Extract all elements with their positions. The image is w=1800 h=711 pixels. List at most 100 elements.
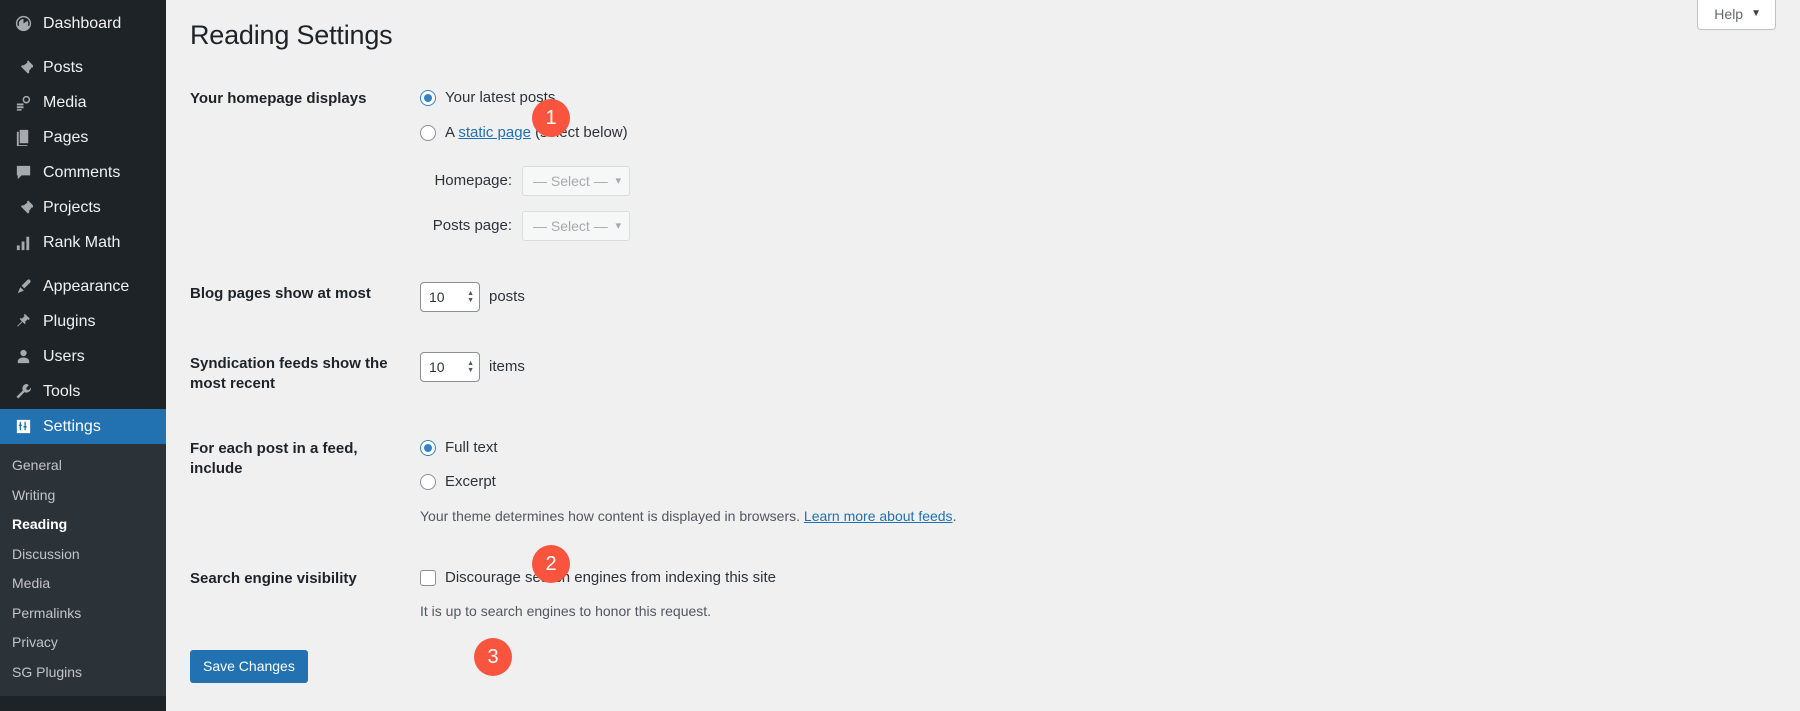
annotation-badge-2: 2 [532,545,570,583]
sidebar-item-plugins[interactable]: Plugins [0,304,166,339]
radio-option-latest-posts[interactable]: Your latest posts [420,87,1680,110]
blog-pages-number-wrap: 10 ▲ ▼ posts [420,282,1680,313]
sidebar-item-label: Posts [43,58,84,76]
sidebar-item-label: Tools [43,382,81,400]
learn-more-feeds-link[interactable]: Learn more about feeds [804,508,953,524]
feed-include-description: Your theme determines how content is dis… [420,506,1680,527]
checkbox-discourage-row[interactable]: Discourage search engines from indexing … [420,567,1680,590]
help-tab-container: Help ▼ [1697,0,1776,30]
sidebar-item-label: Projects [43,198,101,216]
chart-icon [12,232,34,254]
sidebar-divider [0,41,166,50]
radio-static-page[interactable] [420,124,436,141]
pin-icon [12,197,34,219]
label-syndication-feeds: Syndication feeds show the most recent [190,355,388,393]
radio-option-static-page[interactable]: A static page (select below) [420,122,1680,145]
save-changes-button[interactable]: Save Changes [190,650,308,684]
sidebar-item-reading[interactable]: Reading [0,510,166,540]
sidebar-item-discussion[interactable]: Discussion [0,540,166,570]
syndication-controls: 10 ▲ ▼ items [420,332,1690,417]
stepper-up-icon[interactable]: ▲ [467,360,474,367]
blog-pages-value: 10 [429,288,445,305]
chevron-down-icon: ▾ [615,174,621,187]
sidebar-item-privacy[interactable]: Privacy [0,628,166,658]
row-feed-include: For each post in a feed, include Full te… [190,417,1690,547]
sidebar-item-settings[interactable]: Settings [0,409,174,444]
row-homepage-displays: Your homepage displays Your latest posts… [190,75,1690,262]
posts-page-select-label: Posts page: [432,216,512,234]
sidebar-item-sg-plugins[interactable]: SG Plugins [0,658,166,688]
pin-icon [12,57,34,79]
sidebar-item-rank-math[interactable]: Rank Math [0,225,166,260]
row-blog-pages: Blog pages show at most 10 ▲ ▼ posts [190,262,1690,332]
blog-pages-input[interactable]: 10 ▲ ▼ [420,282,480,313]
page-title: Reading Settings [190,20,393,50]
stepper-up-icon[interactable]: ▲ [467,290,474,297]
posts-page-select[interactable]: — Select — ▾ [522,211,630,242]
sidebar-item-general[interactable]: General [0,451,166,481]
annotation-badge-1: 1 [532,99,570,137]
number-stepper[interactable]: ▲ ▼ [467,290,474,304]
radio-option-excerpt[interactable]: Excerpt [420,471,1680,494]
settings-icon [12,416,34,438]
homepage-select-row: Homepage: — Select — ▾ [420,166,1680,197]
submit-area: Save Changes [190,642,1800,684]
feed-desc-suffix: . [952,507,957,524]
homepage-select[interactable]: — Select — ▾ [522,166,630,197]
help-tab-button[interactable]: Help ▼ [1697,0,1776,30]
syndication-input[interactable]: 10 ▲ ▼ [420,352,480,383]
search-visibility-controls: Discourage search engines from indexing … [420,547,1690,643]
feed-include-controls: Full text Excerpt Your theme determines … [420,417,1690,547]
sidebar-item-dashboard[interactable]: Dashboard [0,6,166,41]
sidebar-item-pages[interactable]: Pages [0,120,166,155]
discourage-search-engines-label: Discourage search engines from indexing … [445,568,777,586]
radio-latest-posts[interactable] [420,90,436,107]
plug-icon [12,311,34,333]
sidebar-item-projects[interactable]: Projects [0,190,166,225]
blog-pages-controls: 10 ▲ ▼ posts [420,262,1690,332]
posts-page-select-row: Posts page: — Select — ▾ [420,211,1680,242]
stepper-down-icon[interactable]: ▼ [467,297,474,304]
sidebar-item-media[interactable]: Media [0,85,166,120]
discourage-search-engines-checkbox[interactable] [420,569,436,586]
label-feed-include: For each post in a feed, include [190,439,358,477]
syndication-value: 10 [429,358,445,375]
reading-settings-form: Your homepage displays Your latest posts… [190,75,1690,642]
chevron-down-icon: ▾ [615,219,621,232]
main-content: Help ▼ Reading Settings Your homepage di… [166,0,1800,711]
stepper-down-icon[interactable]: ▼ [467,367,474,374]
static-page-selects: Homepage: — Select — ▾ Posts page: — Sel… [420,166,1680,242]
sidebar-item-comments[interactable]: Comments [0,155,166,190]
annotation-badge-3: 3 [474,638,512,676]
homepage-select-value: — Select — [533,172,608,189]
sidebar-item-writing[interactable]: Writing [0,481,166,511]
sidebar-item-label: Comments [43,163,121,181]
blog-pages-unit: posts [489,287,525,305]
radio-option-full-text[interactable]: Full text [420,437,1680,460]
sidebar-item-appearance[interactable]: Appearance [0,269,166,304]
chevron-down-icon: ▼ [1751,8,1761,19]
label-search-visibility: Search engine visibility [190,569,357,587]
homepage-displays-controls: Your latest posts A static page (select … [420,75,1690,262]
brush-icon [12,276,34,298]
user-icon [12,346,34,368]
radio-full-text[interactable] [420,439,436,456]
dashboard-icon [12,13,34,35]
number-stepper[interactable]: ▲ ▼ [467,360,474,374]
posts-page-select-value: — Select — [533,217,608,234]
sidebar-item-posts[interactable]: Posts [0,50,166,85]
wordpress-admin-screen: Dashboard Posts Media Pages Comments Pro… [0,0,1800,711]
sidebar-item-tools[interactable]: Tools [0,374,166,409]
pages-icon [12,127,34,149]
sidebar-item-permalinks[interactable]: Permalinks [0,599,166,629]
search-visibility-description: It is up to search engines to honor this… [420,603,712,620]
static-page-link[interactable]: static page [458,124,531,141]
sidebar-item-media-settings[interactable]: Media [0,569,166,599]
static-page-prefix: A [445,123,459,141]
syndication-number-wrap: 10 ▲ ▼ items [420,352,1680,383]
radio-full-text-label: Full text [445,438,498,456]
sidebar-item-label: Plugins [43,312,96,330]
sidebar-item-users[interactable]: Users [0,339,166,374]
radio-excerpt[interactable] [420,474,436,491]
row-search-visibility: Search engine visibility Discourage sear… [190,547,1690,643]
